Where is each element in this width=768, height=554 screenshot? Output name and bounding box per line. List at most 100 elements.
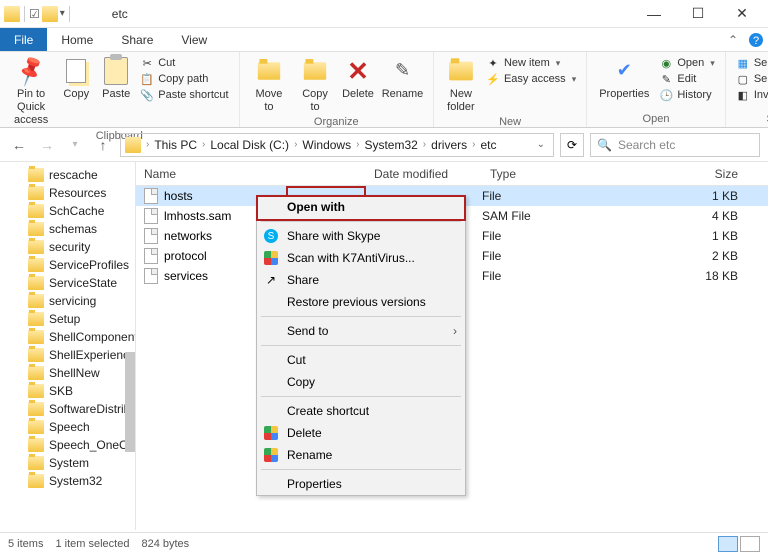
column-name[interactable]: Name	[136, 167, 366, 181]
tree-item[interactable]: SoftwareDistribution	[0, 400, 135, 418]
forward-button[interactable]: →	[36, 137, 58, 153]
easy-access-button[interactable]: ⚡Easy access▾	[486, 72, 576, 86]
menu-create-shortcut[interactable]: Create shortcut	[257, 400, 465, 422]
qat-folder-icon[interactable]	[42, 6, 58, 22]
tab-home[interactable]: Home	[47, 28, 107, 51]
tree-item[interactable]: Speech_OneCore	[0, 436, 135, 454]
tree-item[interactable]: servicing	[0, 292, 135, 310]
breadcrumb-item[interactable]: Local Disk (C:)	[210, 138, 289, 152]
menu-share-skype[interactable]: SShare with Skype	[257, 225, 465, 247]
tree-item[interactable]: rescache	[0, 166, 135, 184]
tree-item[interactable]: SKB	[0, 382, 135, 400]
breadcrumb-item[interactable]: Windows	[302, 138, 351, 152]
back-button[interactable]: ←	[8, 137, 30, 153]
tree-item[interactable]: ShellNew	[0, 364, 135, 382]
folder-icon	[28, 168, 44, 182]
tree-item[interactable]: Speech	[0, 418, 135, 436]
tree-item[interactable]: Setup	[0, 310, 135, 328]
column-size[interactable]: Size	[582, 167, 768, 181]
view-details-button[interactable]	[718, 536, 738, 552]
copy-to-button[interactable]: Copy to	[292, 54, 338, 116]
tree-item[interactable]: Resources	[0, 184, 135, 202]
scrollbar-thumb[interactable]	[125, 352, 135, 452]
menu-properties[interactable]: Properties	[257, 473, 465, 495]
paste-button[interactable]: Paste	[96, 54, 136, 103]
recent-locations-button[interactable]: ▾	[64, 139, 86, 150]
select-all-button[interactable]: ▦Select all	[736, 56, 768, 70]
delete-button[interactable]: ✕Delete	[338, 54, 378, 103]
menu-rename[interactable]: Rename	[257, 444, 465, 466]
tree-item[interactable]: ShellExperiences	[0, 346, 135, 364]
chevron-right-icon[interactable]: ›	[199, 139, 208, 150]
address-bar[interactable]: › This PC › Local Disk (C:) › Windows › …	[120, 133, 554, 157]
tree-item[interactable]: ServiceState	[0, 274, 135, 292]
navigation-tree[interactable]: rescacheResourcesSchCacheschemassecurity…	[0, 162, 136, 530]
folder-icon	[28, 294, 44, 308]
breadcrumb-item[interactable]: This PC	[154, 138, 197, 152]
refresh-button[interactable]: ⟳	[560, 133, 584, 157]
tree-item[interactable]: security	[0, 238, 135, 256]
paste-shortcut-button[interactable]: 📎Paste shortcut	[140, 88, 228, 102]
qat-dropdown-icon[interactable]: ▾	[60, 8, 65, 19]
breadcrumb-item[interactable]: etc	[481, 138, 497, 152]
column-headers[interactable]: Name Date modified Type Size	[136, 162, 768, 186]
ribbon-tabs: File Home Share View ⌃ ?	[0, 28, 768, 52]
search-input[interactable]: 🔍 Search etc	[590, 133, 760, 157]
properties-button[interactable]: ✔Properties	[593, 54, 655, 103]
chevron-right-icon[interactable]: ›	[291, 139, 300, 150]
tab-view[interactable]: View	[167, 28, 221, 51]
address-dropdown-icon[interactable]: ⌄	[537, 139, 549, 150]
tree-item[interactable]: System	[0, 454, 135, 472]
tab-file[interactable]: File	[0, 28, 47, 51]
chevron-right-icon[interactable]: ›	[420, 139, 429, 150]
close-button[interactable]: ✕	[720, 0, 764, 28]
menu-share[interactable]: ↗Share	[257, 269, 465, 291]
new-folder-button[interactable]: New folder	[440, 54, 482, 116]
column-date[interactable]: Date modified	[366, 167, 482, 181]
app-icon	[4, 6, 20, 22]
folder-icon	[28, 474, 44, 488]
cut-button[interactable]: ✂Cut	[140, 56, 228, 70]
breadcrumb-item[interactable]: System32	[364, 138, 417, 152]
menu-copy[interactable]: Copy	[257, 371, 465, 393]
copy-button[interactable]: Copy	[56, 54, 96, 103]
chevron-right-icon[interactable]: ›	[469, 139, 478, 150]
qat-check-icon[interactable]: ☑	[29, 7, 40, 21]
copy-path-button[interactable]: 📋Copy path	[140, 72, 228, 86]
up-button[interactable]: ↑	[92, 137, 114, 153]
invert-selection-button[interactable]: ◧Invert selection	[736, 88, 768, 102]
folder-icon	[28, 240, 44, 254]
move-to-button[interactable]: Move to	[246, 54, 293, 116]
view-large-button[interactable]	[740, 536, 760, 552]
help-icon[interactable]: ?	[744, 28, 768, 51]
column-type[interactable]: Type	[482, 167, 582, 181]
menu-cut[interactable]: Cut	[257, 349, 465, 371]
menu-open-with[interactable]: Open with	[257, 196, 465, 218]
folder-icon	[28, 222, 44, 236]
pin-to-quick-access-button[interactable]: 📌Pin to Quick access	[6, 54, 56, 130]
history-button[interactable]: 🕒History	[659, 88, 714, 102]
chevron-right-icon[interactable]: ›	[143, 139, 152, 150]
menu-scan-k7[interactable]: Scan with K7AntiVirus...	[257, 247, 465, 269]
minimize-button[interactable]: —	[632, 0, 676, 28]
select-none-button[interactable]: ▢Select none	[736, 72, 768, 86]
tree-item[interactable]: ServiceProfiles	[0, 256, 135, 274]
tab-share[interactable]: Share	[107, 28, 167, 51]
new-item-button[interactable]: ✦New item▾	[486, 56, 576, 70]
edit-button[interactable]: ✎Edit	[659, 72, 714, 86]
file-icon	[144, 228, 158, 244]
chevron-right-icon[interactable]: ›	[353, 139, 362, 150]
tree-item[interactable]: System32	[0, 472, 135, 490]
tree-item[interactable]: SchCache	[0, 202, 135, 220]
menu-restore[interactable]: Restore previous versions	[257, 291, 465, 313]
rename-button[interactable]: ✎Rename	[378, 54, 427, 103]
breadcrumb-item[interactable]: drivers	[431, 138, 467, 152]
menu-send-to[interactable]: Send to›	[257, 320, 465, 342]
menu-delete[interactable]: Delete	[257, 422, 465, 444]
tree-item[interactable]: schemas	[0, 220, 135, 238]
group-new-label: New	[440, 116, 580, 130]
collapse-ribbon-icon[interactable]: ⌃	[728, 33, 744, 47]
maximize-button[interactable]: ☐	[676, 0, 720, 28]
open-button[interactable]: ◉Open▾	[659, 56, 714, 70]
tree-item[interactable]: ShellComponents	[0, 328, 135, 346]
